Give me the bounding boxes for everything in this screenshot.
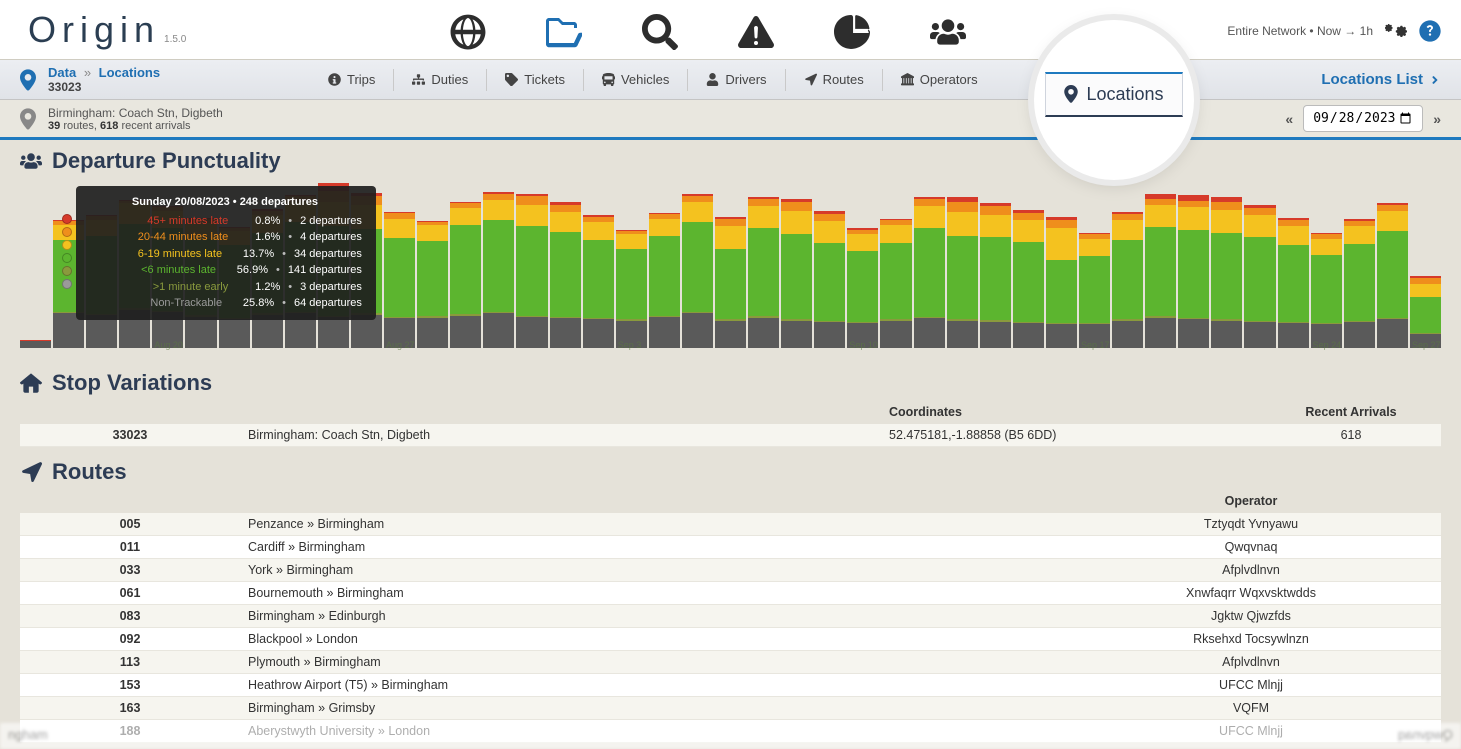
section-title-punctuality: Departure Punctuality	[20, 148, 1441, 174]
stop-variations-table: Coordinates Recent Arrivals 33023Birming…	[20, 400, 1441, 447]
locations-tab-label: Locations	[1086, 84, 1163, 105]
chart-bar[interactable]	[947, 197, 978, 348]
map-pin-icon	[1064, 85, 1078, 103]
location-stats: 39 routes, 618 recent arrivals	[48, 120, 223, 132]
chart-bar[interactable]: Sep 10	[847, 228, 878, 348]
chart-bar[interactable]: Sep 17	[1079, 233, 1110, 348]
routes-table: Operator 005Penzance » BirminghamTztyqdt…	[20, 489, 1441, 743]
chart-bar[interactable]	[980, 203, 1011, 348]
route-row[interactable]: 113Plymouth » BirminghamAfplvdlnvn	[20, 651, 1441, 674]
chart-tooltip: Sunday 20/08/2023 • 248 departures45+ mi…	[76, 186, 376, 320]
locations-tab[interactable]: Locations	[1045, 72, 1182, 117]
nav-vehicles[interactable]: Vehicles	[583, 69, 687, 91]
chart-bar[interactable]	[450, 202, 481, 348]
chart-bar[interactable]	[682, 194, 713, 348]
search-icon[interactable]	[642, 14, 678, 50]
nav-drivers[interactable]: Drivers	[687, 69, 784, 91]
route-row[interactable]: 163Birmingham » GrimsbyVQFM	[20, 697, 1441, 720]
chart-bar[interactable]	[1178, 195, 1209, 348]
map-pin-icon	[20, 69, 36, 91]
warning-icon[interactable]	[738, 14, 774, 50]
chart-bar[interactable]	[1145, 194, 1176, 348]
breadcrumb-id: 33023	[48, 80, 160, 94]
chart-bar[interactable]	[1013, 210, 1044, 348]
route-row[interactable]: 083Birmingham » EdinburghJgktw Qjwzfds	[20, 605, 1441, 628]
locations-list-link[interactable]: Locations List	[1321, 71, 1441, 88]
chart-bar[interactable]	[583, 215, 614, 348]
help-icon[interactable]	[1419, 20, 1441, 42]
route-row[interactable]: 061Bournemouth » BirminghamXnwfaqrr Wqxv…	[20, 582, 1441, 605]
route-row[interactable]: 033York » BirminghamAfplvdlnvn	[20, 559, 1441, 582]
chart-bar[interactable]	[20, 340, 51, 348]
globe-icon[interactable]	[450, 14, 486, 50]
chart-bar[interactable]	[483, 192, 514, 348]
locations-highlight-badge: Locations	[1034, 20, 1194, 180]
chart-bar[interactable]	[1344, 219, 1375, 348]
route-row[interactable]: 092Blackpool » LondonRksehxd Tocsywlnzn	[20, 628, 1441, 651]
chart-bar[interactable]	[550, 202, 581, 348]
date-prev-button[interactable]: «	[1285, 111, 1293, 127]
chart-bar[interactable]	[417, 221, 448, 348]
chart-bar[interactable]: Sep 27	[1410, 276, 1441, 348]
users-icon	[20, 150, 42, 172]
chart-bar[interactable]	[914, 197, 945, 348]
chart-bar[interactable]	[814, 211, 845, 348]
location-subheader: Birmingham: Coach Stn, Digbeth 39 routes…	[0, 100, 1461, 140]
route-row[interactable]: 011Cardiff » BirminghamQwqvnaq	[20, 536, 1441, 559]
location-arrow-icon	[20, 461, 42, 483]
chart-bar[interactable]	[715, 217, 746, 348]
gears-icon[interactable]	[1385, 20, 1407, 42]
chart-bar[interactable]	[880, 219, 911, 348]
breadcrumb-root[interactable]: Data	[48, 65, 76, 80]
chart-bar[interactable]	[1046, 217, 1077, 348]
breadcrumb: Data » Locations 33023	[48, 65, 160, 94]
users-icon[interactable]	[930, 14, 966, 50]
chart-bar[interactable]	[1112, 212, 1143, 348]
nav-trips[interactable]: Trips	[310, 69, 393, 91]
topbar: Origin 1.5.0 Entire Network • Now → 1h	[0, 0, 1461, 60]
network-time-status: Entire Network • Now → 1h	[1227, 24, 1373, 38]
nav-row: Data » Locations 33023 TripsDutiesTicket…	[0, 60, 1461, 100]
date-next-button[interactable]: »	[1433, 111, 1441, 127]
breadcrumb-section[interactable]: Locations	[99, 65, 160, 80]
route-row[interactable]: 153Heathrow Airport (T5) » BirminghamUFC…	[20, 674, 1441, 697]
chart-bar[interactable]: Sep 3	[616, 230, 647, 348]
chart-bar[interactable]	[781, 199, 812, 348]
nav-duties[interactable]: Duties	[393, 69, 486, 91]
chart-bar[interactable]	[1211, 197, 1242, 348]
chart-bar[interactable]	[1377, 203, 1408, 348]
ghost-row: nghamQwqvnaq	[0, 723, 1461, 749]
chart-bar[interactable]	[649, 213, 680, 348]
app-version: 1.5.0	[164, 34, 186, 45]
chart-bar[interactable]: Sep 24	[1311, 233, 1342, 348]
date-input[interactable]	[1303, 105, 1423, 132]
nav-items: TripsDutiesTicketsVehiclesDriversRoutesO…	[310, 60, 996, 99]
top-iconbar	[450, 14, 966, 50]
legend-dots	[62, 214, 72, 289]
section-title-routes: Routes	[20, 459, 1441, 485]
app-logo: Origin	[28, 9, 160, 51]
folder-open-icon[interactable]	[546, 14, 582, 50]
chart-bar[interactable]	[1244, 205, 1275, 348]
chart-bar[interactable]	[516, 194, 547, 348]
location-name: Birmingham: Coach Stn, Digbeth	[48, 106, 223, 120]
stopvar-row[interactable]: 33023Birmingham: Coach Stn, Digbeth52.47…	[20, 424, 1441, 447]
route-row[interactable]: 005Penzance » BirminghamTztyqdt Yvnyawu	[20, 513, 1441, 536]
map-pin-icon	[20, 108, 36, 130]
nav-routes[interactable]: Routes	[785, 69, 882, 91]
nav-tickets[interactable]: Tickets	[486, 69, 583, 91]
chevron-right-icon	[1429, 74, 1441, 86]
chart-bar[interactable]	[748, 197, 779, 348]
home-icon	[20, 372, 42, 394]
pie-chart-icon[interactable]	[834, 14, 870, 50]
section-title-stopvar: Stop Variations	[20, 370, 1441, 396]
nav-operators[interactable]: Operators	[882, 69, 996, 91]
chart-bar[interactable]: Aug 27	[384, 212, 415, 348]
chart-bar[interactable]	[1278, 218, 1309, 348]
